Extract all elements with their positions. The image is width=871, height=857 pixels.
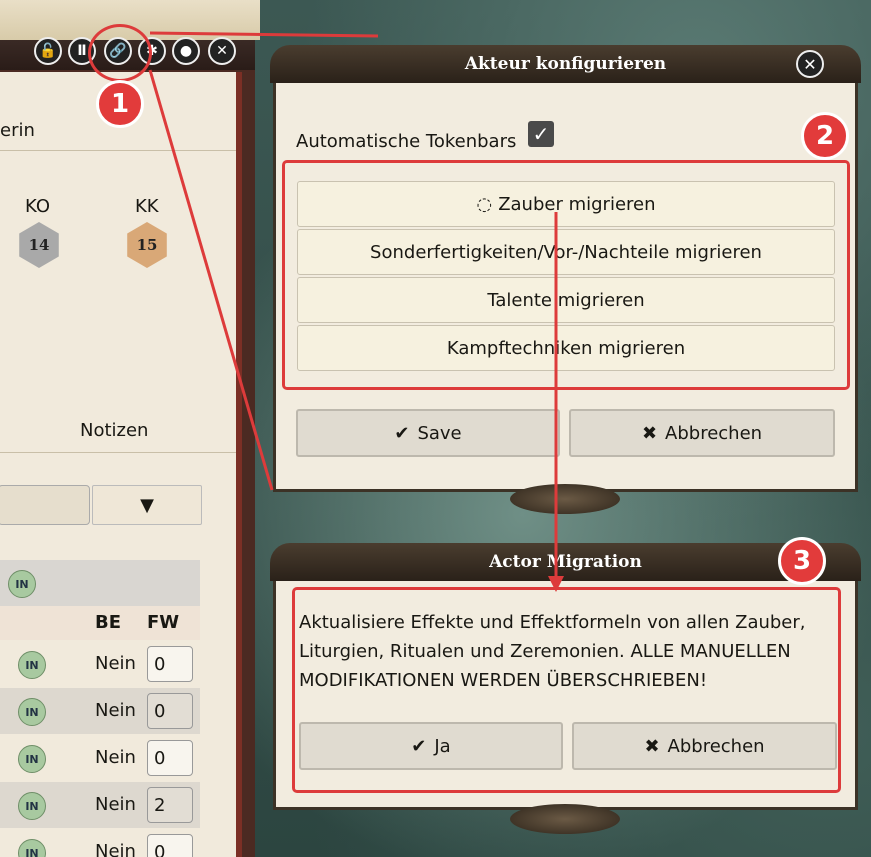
callout-ring xyxy=(88,24,152,82)
callout-box-migration-buttons xyxy=(282,160,850,390)
callout-badge-2: 2 xyxy=(801,112,849,160)
callout-box-migration-dialog xyxy=(292,587,841,793)
callout-badge-1: 1 xyxy=(96,80,144,128)
callout-badge-3: 3 xyxy=(778,537,826,585)
